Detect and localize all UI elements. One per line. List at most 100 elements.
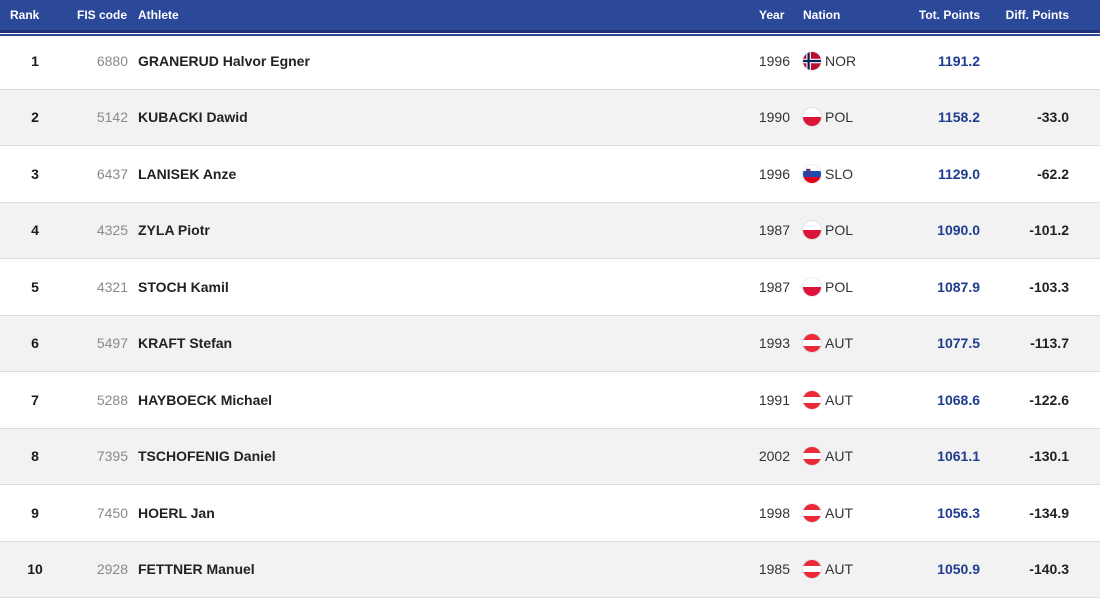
nation-code: POL <box>825 222 853 238</box>
header-fis-code[interactable]: FIS code <box>77 0 127 30</box>
nation-cell: AUT <box>803 429 853 485</box>
diff-points-cell: -33.0 <box>990 90 1069 146</box>
athlete-name-link[interactable]: STOCH Kamil <box>138 259 229 315</box>
header-nation[interactable]: Nation <box>803 0 840 30</box>
table-row[interactable]: 2 5142 KUBACKI Dawid 1990 POL 1158.2 -33… <box>0 90 1100 147</box>
total-points-cell: 1158.2 <box>900 90 980 146</box>
athlete-name-link[interactable]: TSCHOFENIG Daniel <box>138 429 276 485</box>
nation-cell: SLO <box>803 146 853 202</box>
total-points-cell: 1090.0 <box>900 203 980 259</box>
diff-points-cell: -122.6 <box>990 372 1069 428</box>
nation-code: AUT <box>825 335 853 351</box>
header-total-points[interactable]: Tot. Points <box>900 0 980 30</box>
total-points-cell: 1191.2 <box>900 33 980 89</box>
birth-year-cell: 1985 <box>740 542 790 598</box>
nation-cell: POL <box>803 90 853 146</box>
fis-code-cell: 5142 <box>60 90 128 146</box>
nation-cell: AUT <box>803 316 853 372</box>
nation-code: POL <box>825 109 853 125</box>
flag-aut-icon <box>803 334 821 352</box>
table-header: Rank FIS code Athlete Year Nation Tot. P… <box>0 0 1100 33</box>
nation-cell: NOR <box>803 33 856 89</box>
flag-nor-icon <box>803 52 821 70</box>
fis-code-cell: 2928 <box>60 542 128 598</box>
diff-points-cell: -101.2 <box>990 203 1069 259</box>
diff-points-cell: -140.3 <box>990 542 1069 598</box>
diff-points-cell: -62.2 <box>990 146 1069 202</box>
diff-points-cell: -134.9 <box>990 485 1069 541</box>
total-points-cell: 1050.9 <box>900 542 980 598</box>
table-row[interactable]: 10 2928 FETTNER Manuel 1985 AUT 1050.9 -… <box>0 542 1100 598</box>
total-points-cell: 1129.0 <box>900 146 980 202</box>
table-row[interactable]: 4 4325 ZYLA Piotr 1987 POL 1090.0 -101.2 <box>0 203 1100 260</box>
fis-code-cell: 7450 <box>60 485 128 541</box>
nation-code: AUT <box>825 448 853 464</box>
fis-code-cell: 6437 <box>60 146 128 202</box>
flag-pol-icon <box>803 278 821 296</box>
flag-pol-icon <box>803 221 821 239</box>
standings-table: Rank FIS code Athlete Year Nation Tot. P… <box>0 0 1100 598</box>
flag-aut-icon <box>803 447 821 465</box>
diff-points-cell: -130.1 <box>990 429 1069 485</box>
nation-cell: AUT <box>803 542 853 598</box>
fis-code-cell: 5288 <box>60 372 128 428</box>
total-points-cell: 1056.3 <box>900 485 980 541</box>
flag-aut-icon <box>803 504 821 522</box>
athlete-name-link[interactable]: GRANERUD Halvor Egner <box>138 33 310 89</box>
birth-year-cell: 1998 <box>740 485 790 541</box>
fis-code-cell: 5497 <box>60 316 128 372</box>
diff-points-cell <box>990 33 1069 89</box>
athlete-name-link[interactable]: KRAFT Stefan <box>138 316 232 372</box>
fis-code-cell: 4321 <box>60 259 128 315</box>
athlete-name-link[interactable]: ZYLA Piotr <box>138 203 210 259</box>
diff-points-cell: -103.3 <box>990 259 1069 315</box>
table-row[interactable]: 9 7450 HOERL Jan 1998 AUT 1056.3 -134.9 <box>0 485 1100 542</box>
birth-year-cell: 2002 <box>740 429 790 485</box>
table-row[interactable]: 3 6437 LANISEK Anze 1996 SLO 1129.0 -62.… <box>0 146 1100 203</box>
total-points-cell: 1077.5 <box>900 316 980 372</box>
header-athlete[interactable]: Athlete <box>138 0 179 30</box>
header-year[interactable]: Year <box>759 0 784 30</box>
fis-code-cell: 7395 <box>60 429 128 485</box>
header-diff-points[interactable]: Diff. Points <box>1000 0 1069 30</box>
fis-code-cell: 4325 <box>60 203 128 259</box>
flag-aut-icon <box>803 391 821 409</box>
nation-code: AUT <box>825 505 853 521</box>
flag-pol-icon <box>803 108 821 126</box>
diff-points-cell: -113.7 <box>990 316 1069 372</box>
flag-slo-icon <box>803 165 821 183</box>
nation-cell: POL <box>803 259 853 315</box>
table-row[interactable]: 7 5288 HAYBOECK Michael 1991 AUT 1068.6 … <box>0 372 1100 429</box>
table-row[interactable]: 6 5497 KRAFT Stefan 1993 AUT 1077.5 -113… <box>0 316 1100 373</box>
birth-year-cell: 1987 <box>740 203 790 259</box>
nation-cell: AUT <box>803 485 853 541</box>
nation-code: NOR <box>825 53 856 69</box>
birth-year-cell: 1996 <box>740 33 790 89</box>
nation-code: SLO <box>825 166 853 182</box>
nation-code: POL <box>825 279 853 295</box>
total-points-cell: 1087.9 <box>900 259 980 315</box>
fis-code-cell: 6880 <box>60 33 128 89</box>
table-row[interactable]: 1 6880 GRANERUD Halvor Egner 1996 NOR 11… <box>0 33 1100 90</box>
nation-cell: POL <box>803 203 853 259</box>
table-row[interactable]: 5 4321 STOCH Kamil 1987 POL 1087.9 -103.… <box>0 259 1100 316</box>
header-rank[interactable]: Rank <box>10 0 39 30</box>
athlete-name-link[interactable]: KUBACKI Dawid <box>138 90 248 146</box>
athlete-name-link[interactable]: HAYBOECK Michael <box>138 372 272 428</box>
birth-year-cell: 1990 <box>740 90 790 146</box>
birth-year-cell: 1993 <box>740 316 790 372</box>
total-points-cell: 1068.6 <box>900 372 980 428</box>
birth-year-cell: 1991 <box>740 372 790 428</box>
athlete-name-link[interactable]: LANISEK Anze <box>138 146 236 202</box>
nation-code: AUT <box>825 561 853 577</box>
flag-aut-icon <box>803 560 821 578</box>
athlete-name-link[interactable]: FETTNER Manuel <box>138 542 255 598</box>
athlete-name-link[interactable]: HOERL Jan <box>138 485 215 541</box>
birth-year-cell: 1987 <box>740 259 790 315</box>
table-row[interactable]: 8 7395 TSCHOFENIG Daniel 2002 AUT 1061.1… <box>0 429 1100 486</box>
nation-code: AUT <box>825 392 853 408</box>
total-points-cell: 1061.1 <box>900 429 980 485</box>
table-body: 1 6880 GRANERUD Halvor Egner 1996 NOR 11… <box>0 33 1100 598</box>
birth-year-cell: 1996 <box>740 146 790 202</box>
nation-cell: AUT <box>803 372 853 428</box>
